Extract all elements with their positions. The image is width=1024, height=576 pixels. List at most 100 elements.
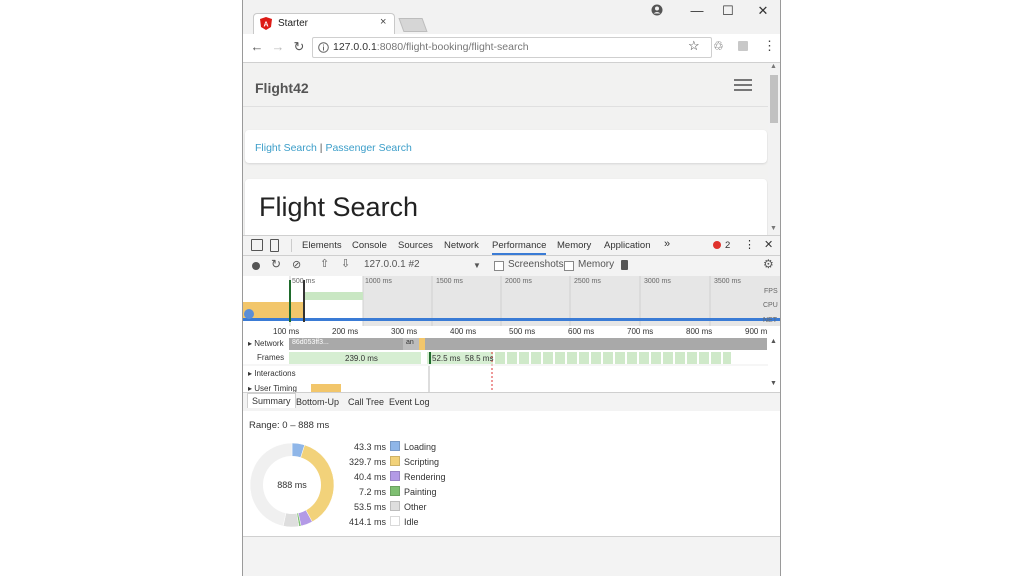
summary-value: 414.1 ms: [348, 517, 386, 527]
error-icon[interactable]: [713, 241, 721, 249]
chevron-down-icon[interactable]: ▼: [473, 261, 481, 270]
frame-marker: [429, 352, 431, 364]
tab-console[interactable]: Console: [352, 240, 387, 251]
tab-summary[interactable]: Summary: [247, 393, 296, 408]
load-profile-icon[interactable]: ⇧: [320, 257, 329, 270]
devtools-menu-icon[interactable]: ⋮: [744, 238, 755, 251]
device-toolbar-icon[interactable]: [270, 239, 279, 252]
profile-icon[interactable]: [651, 4, 663, 16]
passenger-search-link[interactable]: Passenger Search: [325, 142, 411, 154]
ruler-tick: 900 m: [745, 327, 768, 336]
network-request-bar: [289, 338, 767, 350]
page-scrollbar[interactable]: ▲ ▼: [768, 63, 780, 235]
clear-icon[interactable]: ⊘: [292, 258, 301, 271]
summary-panel: Range: 0 – 888 ms 888 ms 43.3 ms Loading 3…: [243, 411, 780, 536]
memory-label: Memory: [578, 259, 615, 270]
tab-sources[interactable]: Sources: [398, 240, 433, 251]
tab-application[interactable]: Application: [604, 240, 650, 251]
ruler-tick: 600 ms: [568, 327, 595, 336]
timeline-overview[interactable]: 500 ms 1000 ms 1500 ms 2000 ms 2500 ms 3…: [243, 276, 780, 327]
flight-search-link[interactable]: Flight Search: [255, 142, 317, 154]
info-icon[interactable]: [318, 42, 329, 53]
overview-tick-500: 500 ms: [292, 278, 315, 285]
summary-value: 53.5 ms: [353, 502, 386, 512]
tab-network[interactable]: Network: [444, 240, 479, 251]
new-tab-button[interactable]: [398, 18, 428, 32]
loading-dot: [244, 309, 254, 319]
tab-memory[interactable]: Memory: [557, 240, 591, 251]
bookmark-star-icon[interactable]: ☆: [688, 38, 700, 54]
interactions-label: Interactions: [254, 369, 296, 378]
profile-select[interactable]: 127.0.0.1 #2: [364, 259, 420, 270]
reload-icon[interactable]: ↻: [290, 39, 308, 55]
tab-bottom-up[interactable]: Bottom-Up: [296, 397, 339, 407]
close-window-button[interactable]: ✕: [753, 3, 773, 19]
tab-elements[interactable]: Elements: [302, 240, 342, 251]
tab-title: Starter: [278, 18, 309, 29]
network-item-label: 86d053ff3...: [292, 339, 329, 346]
url-bar[interactable]: 127.0.0.1:8080/flight-booking/flight-sea…: [312, 37, 712, 58]
tracks-scroll-down-icon[interactable]: ▼: [770, 380, 777, 387]
tab-call-tree[interactable]: Call Tree: [348, 397, 384, 407]
donut-center-label: 888 ms: [277, 480, 307, 490]
summary-row-other: 53.5 ms Other: [328, 501, 427, 513]
reload-profile-icon[interactable]: ↻: [271, 257, 281, 271]
garbage-collect-icon[interactable]: [621, 260, 628, 270]
tab-performance[interactable]: Performance: [492, 240, 547, 255]
inspect-element-icon[interactable]: [251, 239, 263, 251]
legend-swatch: [390, 441, 400, 451]
network-track-label[interactable]: ▸ Network: [248, 339, 284, 348]
frame-duration-3: 58.5 ms: [465, 354, 494, 363]
network-label: Network: [254, 339, 284, 348]
toolbar-divider: [291, 239, 292, 252]
browser-window: A Starter × — ☐ ✕ ← → ↻ 127.0.0.1:8080/f…: [242, 0, 781, 576]
devtools-bottom-area: [243, 536, 780, 576]
back-icon[interactable]: ←: [248, 39, 266, 54]
user-timing-track-label[interactable]: ▸ User Timing: [248, 384, 297, 393]
memory-checkbox[interactable]: [564, 261, 574, 271]
summary-label: Loading: [404, 442, 437, 452]
hamburger-menu-icon[interactable]: [734, 79, 752, 94]
browser-tab[interactable]: A Starter ×: [253, 13, 395, 34]
performance-toolbar: ↻ ⊘ ⇧ ⇩ 127.0.0.1 #2 ▼ Screenshots Memor…: [243, 256, 780, 277]
scroll-down-icon[interactable]: ▼: [770, 225, 777, 232]
recycle-extension-icon[interactable]: ♲: [713, 39, 724, 53]
tab-close-icon[interactable]: ×: [380, 16, 386, 28]
devtools-close-icon[interactable]: ✕: [764, 238, 773, 251]
tracks-scroll-up-icon[interactable]: ▲: [770, 338, 777, 345]
interactions-track-label[interactable]: ▸ Interactions: [248, 369, 296, 378]
more-tabs-icon[interactable]: »: [664, 238, 670, 250]
flame-tracks[interactable]: ▸ Network 86d053ff3... an Frames 239.0 m…: [243, 338, 780, 393]
overview-tick-1000: 1000 ms: [365, 278, 392, 285]
user-timing-bar: [311, 384, 341, 392]
minimize-button[interactable]: —: [687, 3, 707, 18]
forward-icon[interactable]: →: [269, 39, 287, 54]
summary-label: Rendering: [404, 472, 446, 482]
app-brand[interactable]: Flight42: [255, 80, 309, 96]
navbar-divider: [243, 106, 768, 107]
error-count[interactable]: 2: [725, 240, 730, 251]
maximize-button[interactable]: ☐: [718, 3, 738, 19]
settings-gear-icon[interactable]: ⚙: [763, 257, 774, 271]
browser-menu-icon[interactable]: ⋮: [763, 38, 776, 54]
screenshots-checkbox[interactable]: [494, 261, 504, 271]
record-icon[interactable]: [252, 262, 260, 270]
summary-row-rendering: 40.4 ms Rendering: [328, 471, 446, 483]
scrollbar-thumb[interactable]: [770, 75, 778, 123]
legend-swatch: [390, 501, 400, 511]
ruler-tick: 700 ms: [627, 327, 654, 336]
summary-donut: 888 ms: [249, 442, 335, 528]
url-text: 127.0.0.1:8080/flight-booking/flight-sea…: [333, 41, 529, 53]
nav-separator: |: [319, 142, 323, 154]
tab-event-log[interactable]: Event Log: [389, 397, 430, 407]
overview-tick-3000: 3000 ms: [644, 278, 671, 285]
user-timing-label: User Timing: [254, 384, 297, 393]
extension-icon[interactable]: [738, 41, 748, 51]
summary-row-scripting: 329.7 ms Scripting: [328, 456, 439, 468]
save-profile-icon[interactable]: ⇩: [341, 257, 350, 270]
summary-label: Other: [404, 502, 427, 512]
summary-value: 40.4 ms: [353, 472, 386, 482]
url-path: :8080/flight-booking/flight-search: [376, 41, 529, 53]
scroll-up-icon[interactable]: ▲: [770, 63, 777, 70]
url-host: 127.0.0.1: [333, 41, 377, 53]
